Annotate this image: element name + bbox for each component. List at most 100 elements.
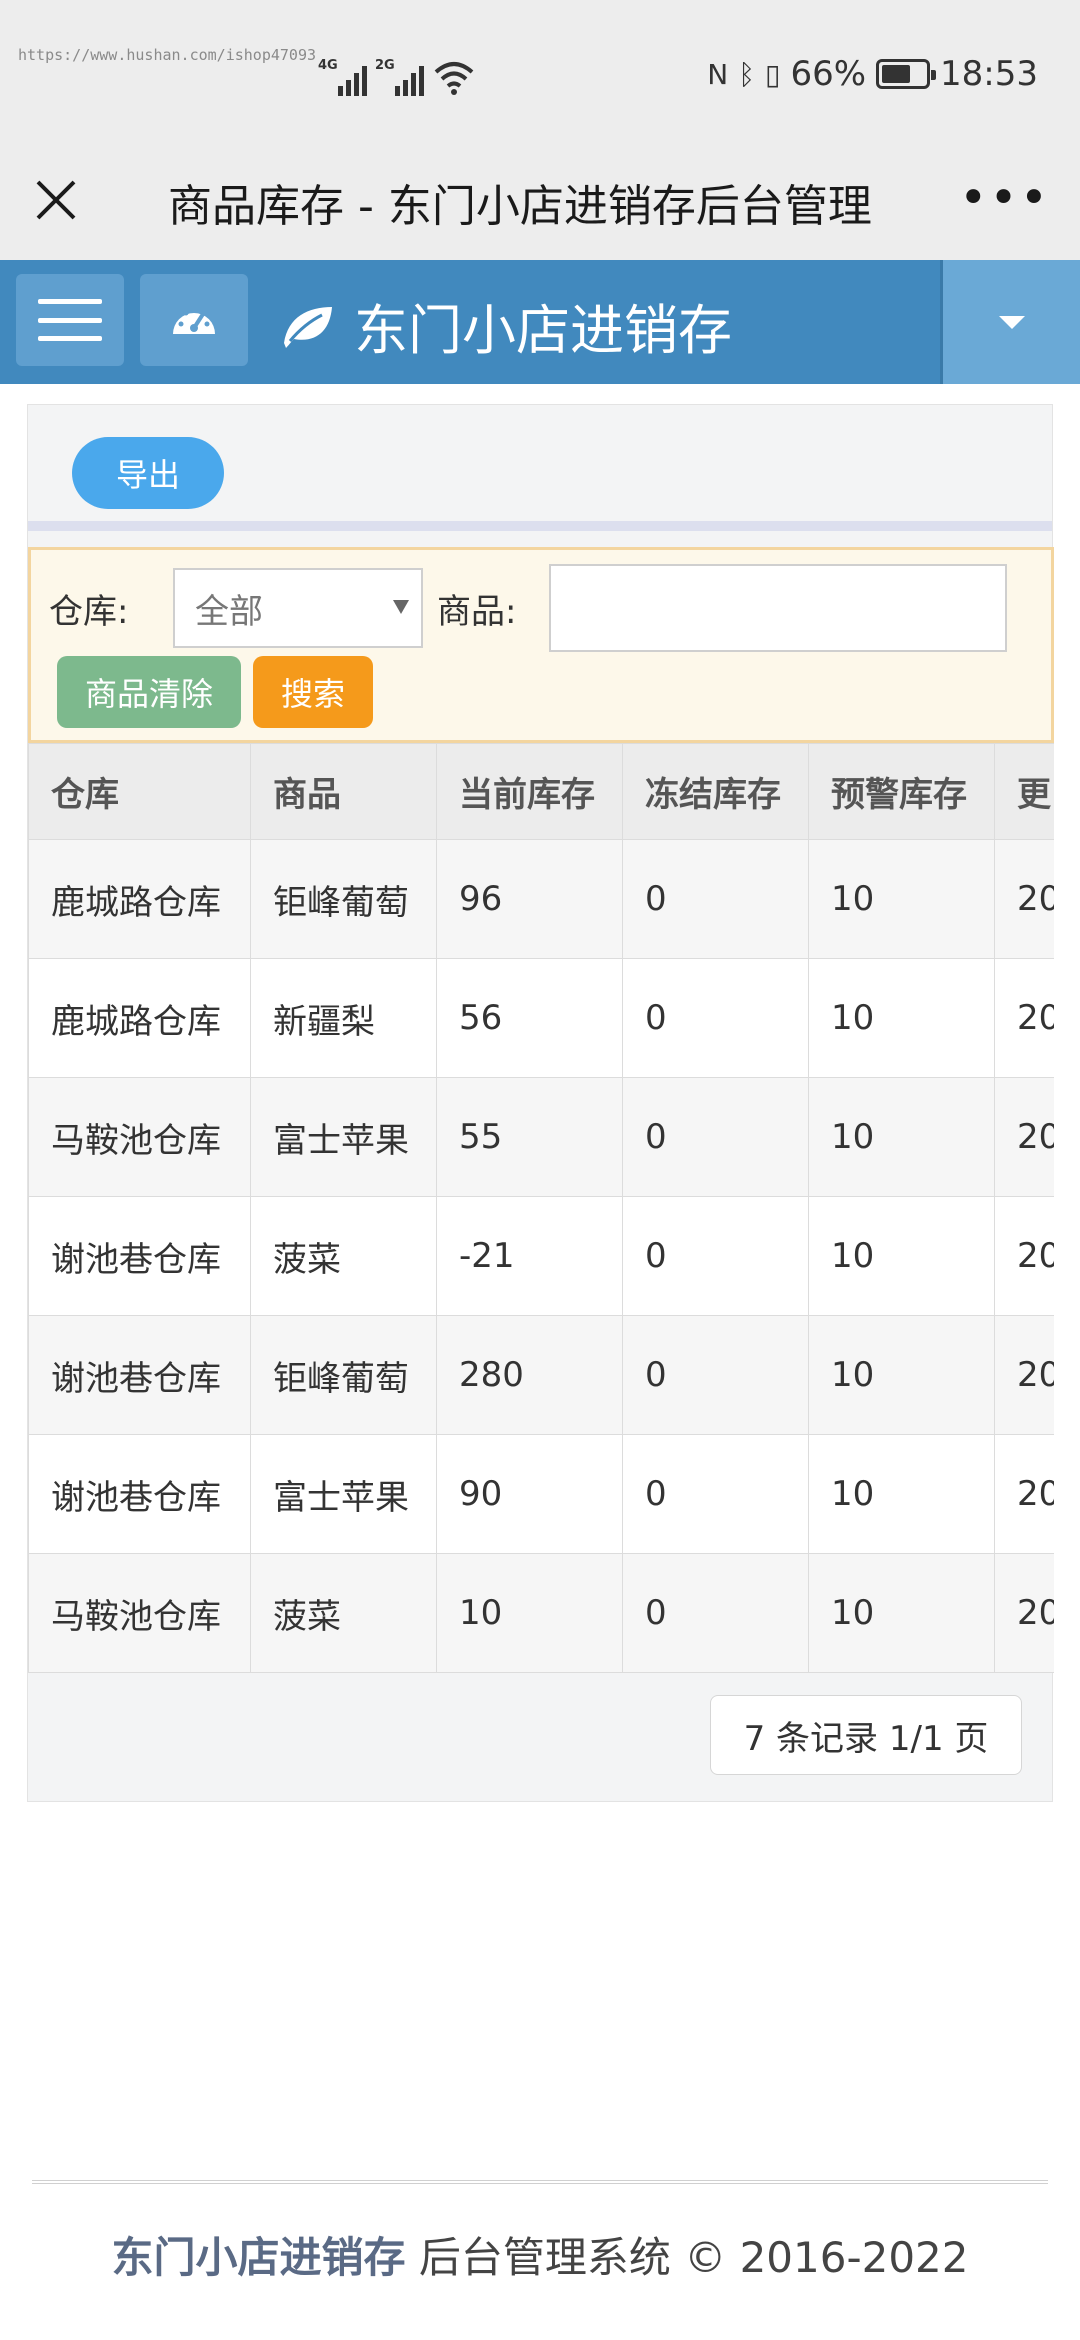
table-row[interactable]: 谢池巷仓库 钜峰葡萄 280 0 10 20	[28, 1315, 1054, 1435]
table-cell: 马鞍池仓库	[28, 1553, 251, 1673]
table-cell: 10	[808, 839, 995, 959]
wifi-icon	[434, 62, 474, 95]
footer: 东门小店进销存 后台管理系统 © 2016-2022	[0, 2224, 1080, 2285]
table-cell: 0	[622, 1315, 809, 1435]
column-header[interactable]: 预警库存	[808, 743, 995, 840]
table-row[interactable]: 鹿城路仓库 新疆梨 56 0 10 20	[28, 958, 1054, 1078]
nfc-icon: N	[707, 57, 729, 91]
filter-form: 仓库: 全部 商品: 商品清除 搜索	[28, 547, 1054, 743]
clear-goods-button[interactable]: 商品清除	[57, 656, 241, 728]
toolbar: 导出	[28, 405, 1052, 531]
warehouse-label: 仓库:	[49, 592, 129, 632]
column-header[interactable]: 当前库存	[436, 743, 623, 840]
table-cell: 10	[808, 1553, 995, 1673]
table-cell: 20	[994, 839, 1054, 959]
table-cell: 谢池巷仓库	[28, 1315, 251, 1435]
column-header[interactable]: 商品	[250, 743, 437, 840]
column-header[interactable]: 冻结库存	[622, 743, 809, 840]
table-cell: 55	[436, 1077, 623, 1197]
table-cell: 90	[436, 1434, 623, 1554]
table-cell: 280	[436, 1315, 623, 1435]
brand-title: 东门小店进销存	[354, 299, 732, 362]
table-cell: 10	[808, 1434, 995, 1554]
table-cell: 10	[436, 1553, 623, 1673]
table-cell: 谢池巷仓库	[28, 1434, 251, 1554]
menu-toggle-button[interactable]	[16, 274, 124, 366]
table-cell: 20	[994, 958, 1054, 1078]
hamburger-icon	[38, 299, 102, 341]
footer-divider	[32, 2180, 1048, 2184]
table-cell: 菠菜	[250, 1553, 437, 1673]
table-cell: 20	[994, 1434, 1054, 1554]
signal-4g-icon: 4G	[318, 56, 367, 96]
clock: 18:53	[940, 54, 1038, 94]
table-cell: 新疆梨	[250, 958, 437, 1078]
inventory-table: 仓库 商品 当前库存 冻结库存 预警库存 更 鹿城路仓库 钜峰葡萄 96 0 1…	[28, 743, 1054, 1673]
search-button[interactable]: 搜索	[253, 656, 373, 728]
inventory-table-scroll[interactable]: 仓库 商品 当前库存 冻结库存 预警库存 更 鹿城路仓库 钜峰葡萄 96 0 1…	[28, 743, 1054, 1677]
goods-label: 商品:	[437, 592, 517, 632]
table-cell: 钜峰葡萄	[250, 1315, 437, 1435]
brand[interactable]: 东门小店进销存	[280, 286, 732, 365]
status-bar: https://www.hushan.com/ishop47093 4G 2G …	[0, 0, 1080, 150]
table-cell: 鹿城路仓库	[28, 958, 251, 1078]
table-row[interactable]: 鹿城路仓库 钜峰葡萄 96 0 10 20	[28, 839, 1054, 959]
table-cell: 富士苹果	[250, 1077, 437, 1197]
select-arrow-icon	[393, 600, 409, 614]
battery-percent: 66%	[790, 54, 867, 94]
app-header: 东门小店进销存	[0, 260, 1080, 384]
leaf-icon	[284, 306, 332, 348]
table-header-row: 仓库 商品 当前库存 冻结库存 预警库存 更	[28, 743, 1054, 840]
warehouse-select-value: 全部	[195, 591, 263, 632]
column-header[interactable]: 仓库	[28, 743, 251, 840]
table-cell: 20	[994, 1077, 1054, 1197]
signal-2g-icon: 2G	[375, 56, 424, 96]
table-cell: 0	[622, 839, 809, 959]
table-cell: 20	[994, 1315, 1054, 1435]
table-cell: 10	[808, 1077, 995, 1197]
battery-icon	[876, 59, 937, 89]
browser-titlebar: 商品库存 - 东门小店进销存后台管理 •••	[0, 150, 1080, 260]
page-title: 商品库存 - 东门小店进销存后台管理	[168, 181, 872, 232]
table-cell: 56	[436, 958, 623, 1078]
table-cell: 0	[622, 958, 809, 1078]
footer-text: 后台管理系统 © 2016-2022	[405, 2233, 969, 2282]
table-row[interactable]: 谢池巷仓库 菠菜 -21 0 10 20	[28, 1196, 1054, 1316]
table-cell: 10	[808, 958, 995, 1078]
caret-down-icon	[998, 315, 1025, 329]
column-header[interactable]: 更	[994, 743, 1054, 840]
vibrate-icon: ▯	[765, 57, 781, 91]
table-cell: -21	[436, 1196, 623, 1316]
user-dropdown-button[interactable]	[940, 260, 1080, 384]
table-cell: 0	[622, 1077, 809, 1197]
table-cell: 10	[808, 1196, 995, 1316]
signal-group: 4G 2G	[318, 56, 474, 96]
table-cell: 20	[994, 1553, 1054, 1673]
table-row[interactable]: 马鞍池仓库 富士苹果 55 0 10 20	[28, 1077, 1054, 1197]
table-cell: 0	[622, 1553, 809, 1673]
table-cell: 0	[622, 1434, 809, 1554]
dashboard-icon	[173, 310, 215, 334]
table-cell: 鹿城路仓库	[28, 839, 251, 959]
inventory-panel: 导出 仓库: 全部 商品: 商品清除 搜索 仓库 商品 当前库存 冻结库存 预警…	[27, 404, 1054, 1802]
table-cell: 钜峰葡萄	[250, 839, 437, 959]
dashboard-button[interactable]	[140, 274, 248, 366]
warehouse-select[interactable]: 全部	[173, 568, 423, 648]
table-cell: 96	[436, 839, 623, 959]
more-icon[interactable]: •••	[959, 170, 1050, 226]
footer-brand: 东门小店进销存	[111, 2233, 406, 2282]
table-cell: 20	[994, 1196, 1054, 1316]
goods-input[interactable]	[549, 564, 1007, 652]
table-cell: 菠菜	[250, 1196, 437, 1316]
pagination-info: 7 条记录 1/1 页	[710, 1695, 1022, 1775]
table-row[interactable]: 谢池巷仓库 富士苹果 90 0 10 20	[28, 1434, 1054, 1554]
url-watermark: https://www.hushan.com/ishop47093	[18, 46, 317, 64]
table-row[interactable]: 马鞍池仓库 菠菜 10 0 10 20	[28, 1553, 1054, 1673]
table-cell: 谢池巷仓库	[28, 1196, 251, 1316]
status-right: N ᛒ ▯ 66% 18:53	[707, 54, 1038, 94]
table-cell: 10	[808, 1315, 995, 1435]
table-cell: 0	[622, 1196, 809, 1316]
table-cell: 富士苹果	[250, 1434, 437, 1554]
close-icon[interactable]	[28, 172, 84, 228]
export-button[interactable]: 导出	[72, 437, 224, 509]
